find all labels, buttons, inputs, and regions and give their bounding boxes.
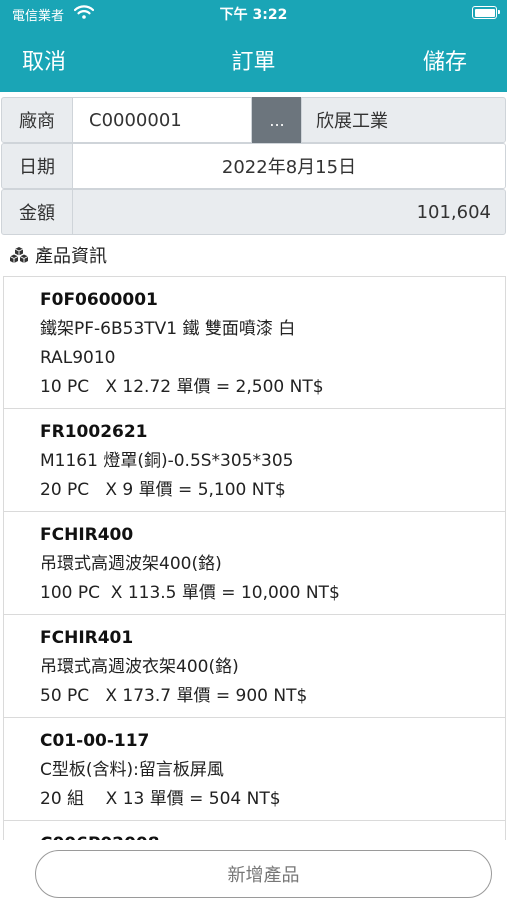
amount-row: 金額 101,604: [1, 189, 506, 235]
product-detail-line: M1161 燈罩(銅)-0.5S*305*305: [40, 451, 294, 471]
product-detail-line: 20 組 X 13 單價 = 504 NT$: [40, 789, 281, 809]
product-code: F0F0600001: [40, 290, 158, 310]
vendor-code-input[interactable]: C0000001: [72, 97, 252, 143]
products-section-header: 產品資訊: [8, 242, 107, 268]
product-detail-line: RAL9010: [40, 348, 116, 368]
vendor-row: 廠商 C0000001 ... 欣展工業: [1, 97, 506, 143]
product-detail-line: C型板(含料):留言板屏風: [40, 760, 224, 780]
vendor-name-field: 欣展工業: [301, 97, 506, 143]
app-header: 電信業者 下午 3:22 取消 訂單 儲存: [0, 0, 507, 92]
product-detail-line: 100 PC X 113.5 單價 = 10,000 NT$: [40, 583, 340, 603]
date-input[interactable]: 2022年8月15日: [72, 143, 506, 189]
product-detail-line: 鐵架PF-6B53TV1 鐵 雙面噴漆 白: [40, 319, 296, 339]
product-code: FR1002621: [40, 422, 148, 442]
date-row: 日期 2022年8月15日: [1, 143, 506, 189]
cancel-button[interactable]: 取消: [22, 44, 66, 76]
product-code: FCHIR400: [40, 525, 134, 545]
battery-icon: [472, 6, 500, 19]
product-detail-line: 吊環式高週波衣架400(鉻): [40, 657, 239, 677]
status-bar: 電信業者 下午 3:22: [0, 0, 507, 26]
status-time: 下午 3:22: [219, 7, 288, 23]
cubes-icon: [9, 247, 29, 263]
product-list-item[interactable]: FCHIR401 吊環式高週波衣架400(鉻) 50 PC X 173.7 單價 =…: [3, 615, 506, 718]
product-code: FCHIR401: [40, 628, 134, 648]
vendor-select-button[interactable]: ...: [252, 97, 302, 143]
product-detail-line: 10 PC X 12.72 單價 = 2,500 NT$: [40, 377, 324, 397]
save-button[interactable]: 儲存: [423, 44, 467, 76]
product-list[interactable]: F0F0600001 鐵架PF-6B53TV1 鐵 雙面噴漆 白 RAL9010 10…: [3, 276, 506, 840]
product-detail-line: 50 PC X 173.7 單價 = 900 NT$: [40, 686, 308, 706]
product-list-item[interactable]: C01-00-117 C型板(含料):留言板屏風 20 組 X 13 單價 = 50…: [3, 718, 506, 821]
products-section-title: 產品資訊: [35, 246, 107, 267]
product-list-item[interactable]: F0F0600001 鐵架PF-6B53TV1 鐵 雙面噴漆 白 RAL9010 10…: [3, 277, 506, 409]
product-code: C01-00-117: [40, 731, 150, 751]
add-product-button[interactable]: 新增產品: [35, 850, 492, 898]
product-code: C006P02008: [40, 830, 505, 840]
amount-field: 101,604: [72, 189, 506, 235]
product-detail-line: 20 PC X 9 單價 = 5,100 NT$: [40, 480, 286, 500]
product-list-item[interactable]: FR1002621 M1161 燈罩(銅)-0.5S*305*305 20 PC X…: [3, 409, 506, 512]
product-list-item[interactable]: C006P02008: [3, 821, 506, 840]
date-label: 日期: [1, 143, 73, 189]
amount-label: 金額: [1, 189, 73, 235]
vendor-label: 廠商: [1, 97, 73, 143]
product-detail-line: 吊環式高週波架400(鉻): [40, 554, 222, 574]
product-list-item[interactable]: FCHIR400 吊環式高週波架400(鉻) 100 PC X 113.5 單價 =…: [3, 512, 506, 615]
